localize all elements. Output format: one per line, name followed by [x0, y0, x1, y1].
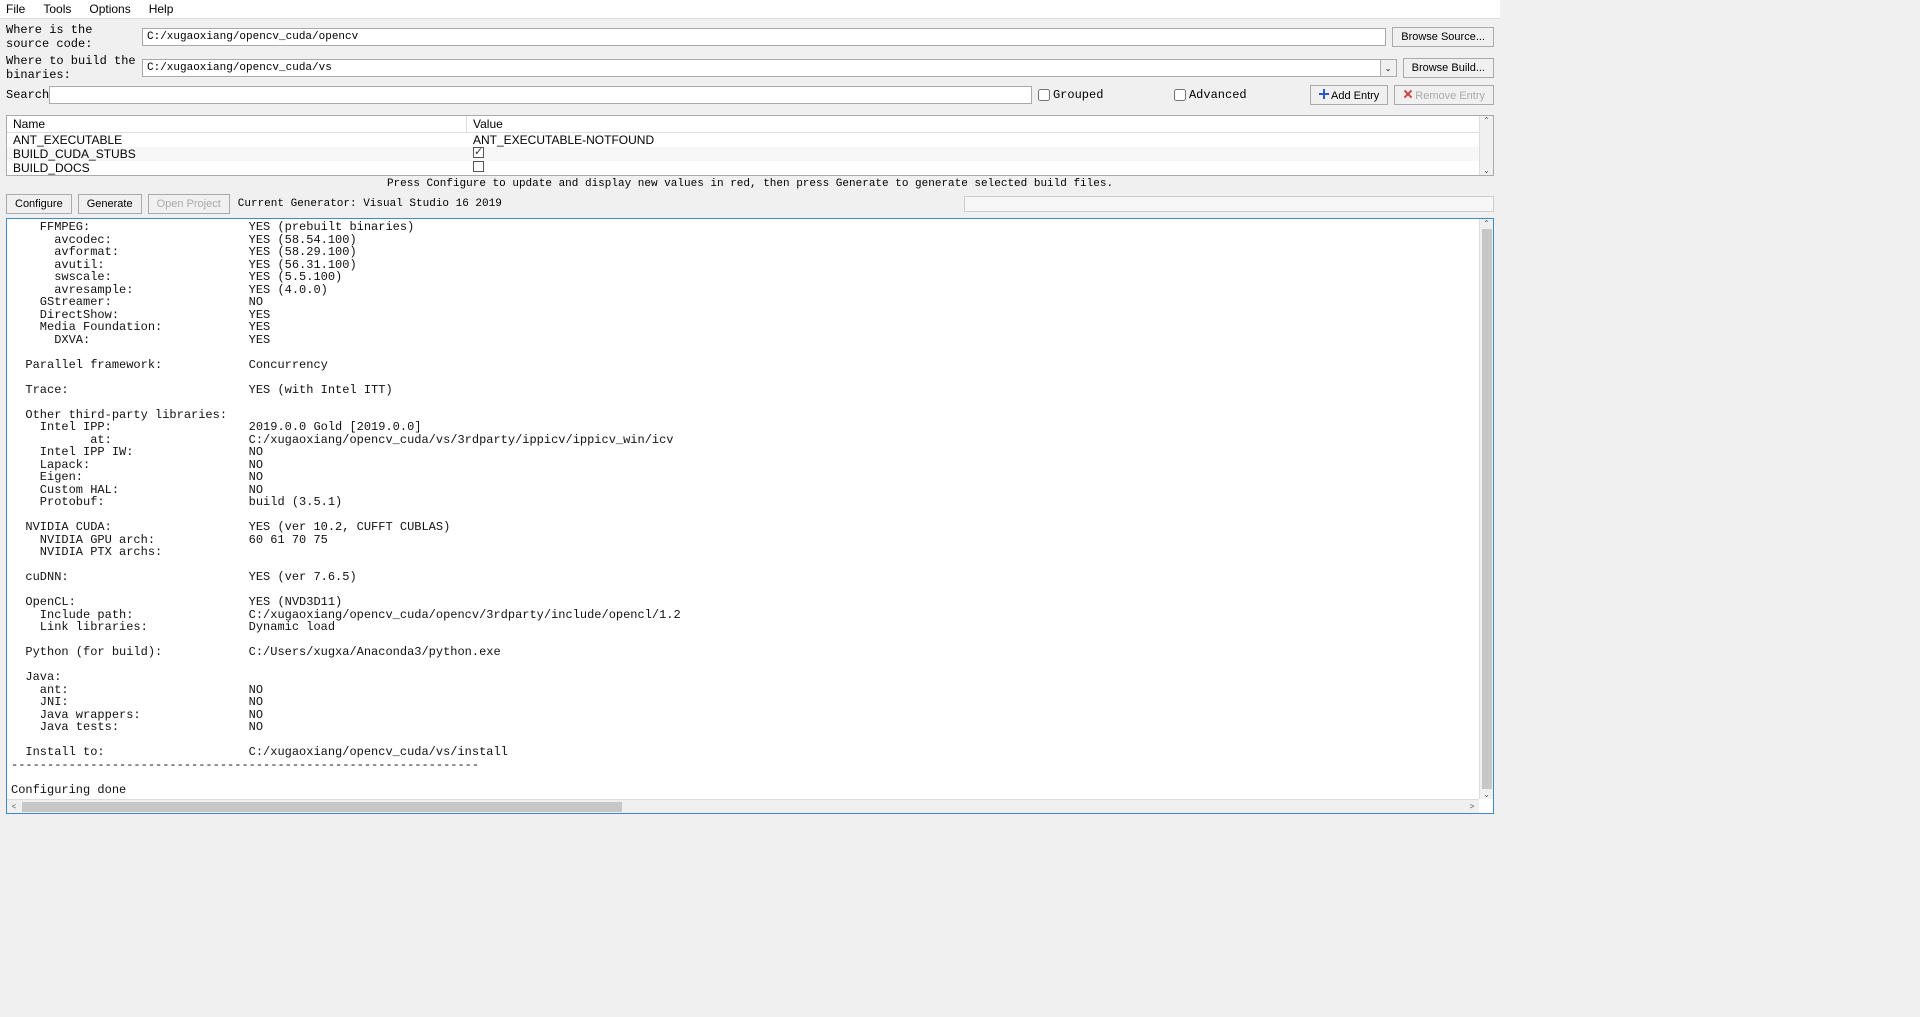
open-project-button: Open Project	[148, 194, 230, 214]
cell-value[interactable]	[467, 161, 1493, 175]
source-input[interactable]	[142, 28, 1386, 46]
search-label: Search:	[6, 88, 43, 102]
table-row[interactable]: BUILD_CUDA_STUBS	[7, 147, 1493, 161]
advanced-checkbox[interactable]: Advanced	[1174, 88, 1304, 102]
hint-text: Press Configure to update and display ne…	[0, 176, 1500, 192]
table-row[interactable]: BUILD_DOCS	[7, 161, 1493, 175]
build-label: Where to build the binaries:	[6, 54, 136, 82]
x-icon	[1403, 89, 1413, 99]
action-bar: Configure Generate Open Project Current …	[0, 192, 1500, 218]
current-generator-label: Current Generator: Visual Studio 16 2019	[238, 198, 502, 210]
source-label: Where is the source code:	[6, 23, 136, 51]
generate-button[interactable]: Generate	[78, 194, 142, 214]
table-row[interactable]: ANT_EXECUTABLEANT_EXECUTABLE-NOTFOUND	[7, 133, 1493, 147]
column-name[interactable]: Name	[7, 116, 467, 132]
plus-icon	[1319, 89, 1329, 99]
output-log: FFMPEG: YES (prebuilt binaries) avcodec:…	[6, 218, 1494, 814]
menubar: File Tools Options Help	[0, 0, 1500, 19]
top-form: Where is the source code: Browse Source.…	[0, 19, 1500, 112]
menu-help[interactable]: Help	[149, 2, 174, 16]
browse-source-button[interactable]: Browse Source...	[1392, 27, 1494, 47]
output-text[interactable]: FFMPEG: YES (prebuilt binaries) avcodec:…	[7, 219, 1493, 798]
cell-name: BUILD_CUDA_STUBS	[7, 147, 467, 161]
cell-name: BUILD_DOCS	[7, 161, 467, 175]
config-table: Name Value ANT_EXECUTABLEANT_EXECUTABLE-…	[6, 115, 1494, 176]
cell-value[interactable]: ANT_EXECUTABLE-NOTFOUND	[467, 133, 1493, 147]
configure-button[interactable]: Configure	[6, 194, 72, 214]
browse-build-button[interactable]: Browse Build...	[1403, 58, 1494, 78]
search-input[interactable]	[49, 86, 1032, 104]
menu-file[interactable]: File	[6, 2, 25, 16]
menu-options[interactable]: Options	[89, 2, 130, 16]
output-hscroll[interactable]: <>	[7, 799, 1479, 813]
output-vscroll[interactable]: ⌃⌄	[1479, 219, 1493, 799]
progress-bar	[964, 196, 1494, 212]
build-dropdown-arrow[interactable]: ⌄	[1381, 59, 1397, 77]
checkbox-icon[interactable]	[473, 161, 484, 172]
cell-name: ANT_EXECUTABLE	[7, 133, 467, 147]
cell-value[interactable]	[467, 147, 1493, 161]
table-scrollbar[interactable]: ⌃⌄	[1479, 116, 1493, 175]
remove-entry-button: Remove Entry	[1394, 85, 1494, 105]
column-value[interactable]: Value	[467, 116, 1493, 132]
menu-tools[interactable]: Tools	[43, 2, 71, 16]
add-entry-button[interactable]: Add Entry	[1310, 85, 1388, 105]
grouped-checkbox[interactable]: Grouped	[1038, 88, 1168, 102]
build-input[interactable]	[142, 59, 1381, 77]
checkbox-icon[interactable]	[473, 147, 484, 158]
